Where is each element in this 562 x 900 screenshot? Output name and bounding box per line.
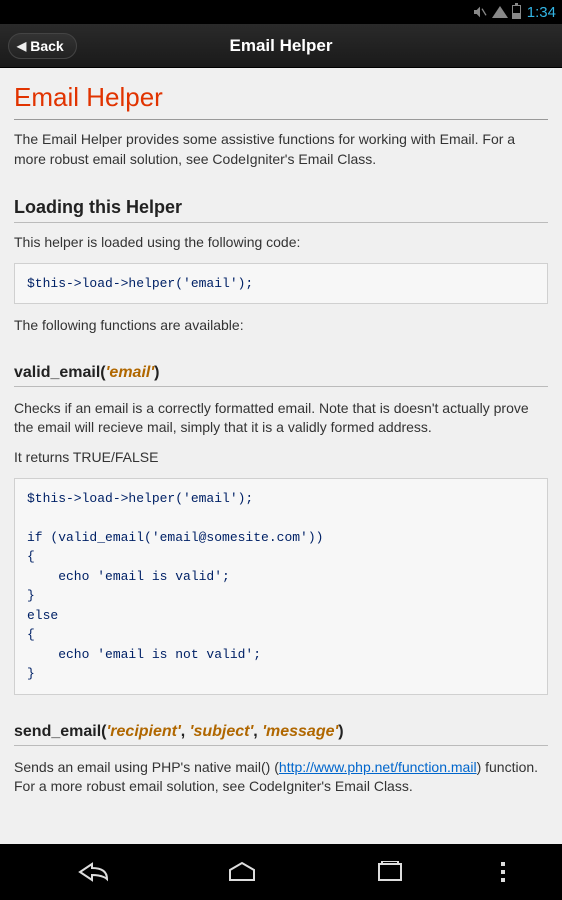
- valid-email-returns: It returns TRUE/FALSE: [14, 448, 548, 468]
- back-button[interactable]: ◀ Back: [8, 33, 77, 59]
- code-block-load: $this->load->helper('email');: [14, 263, 548, 305]
- send-email-desc: Sends an email using PHP's native mail()…: [14, 758, 548, 797]
- wifi-icon: [492, 6, 508, 18]
- loading-section-title: Loading this Helper: [14, 197, 548, 223]
- loading-text: This helper is loaded using the followin…: [14, 233, 548, 253]
- menu-dots-icon: [501, 862, 505, 882]
- valid-email-desc: Checks if an email is a correctly format…: [14, 399, 548, 438]
- app-bar-title: Email Helper: [0, 36, 562, 56]
- code-block-valid-email: $this->load->helper('email'); if (valid_…: [14, 478, 548, 695]
- clock: 1:34: [527, 4, 556, 21]
- document-content: Email Helper The Email Helper provides s…: [0, 68, 562, 844]
- nav-menu-button[interactable]: [488, 852, 518, 892]
- php-mail-link[interactable]: http://www.php.net/function.mail: [279, 759, 477, 775]
- intro-text: The Email Helper provides some assistive…: [14, 130, 548, 169]
- nav-recent-button[interactable]: [340, 852, 440, 892]
- loading-after-text: The following functions are available:: [14, 316, 548, 336]
- app-bar: ◀ Back Email Helper: [0, 24, 562, 68]
- function-valid-email-title: valid_email('email'): [14, 364, 548, 387]
- function-send-email-title: send_email('recipient', 'subject', 'mess…: [14, 723, 548, 746]
- status-bar: 1:34: [0, 0, 562, 24]
- page-title: Email Helper: [14, 82, 548, 120]
- back-label: Back: [30, 38, 63, 54]
- chevron-left-icon: ◀: [17, 39, 26, 53]
- battery-icon: [512, 5, 521, 19]
- nav-home-button[interactable]: [192, 852, 292, 892]
- nav-back-button[interactable]: [44, 852, 144, 892]
- navigation-bar: [0, 844, 562, 900]
- volume-muted-icon: [472, 4, 488, 20]
